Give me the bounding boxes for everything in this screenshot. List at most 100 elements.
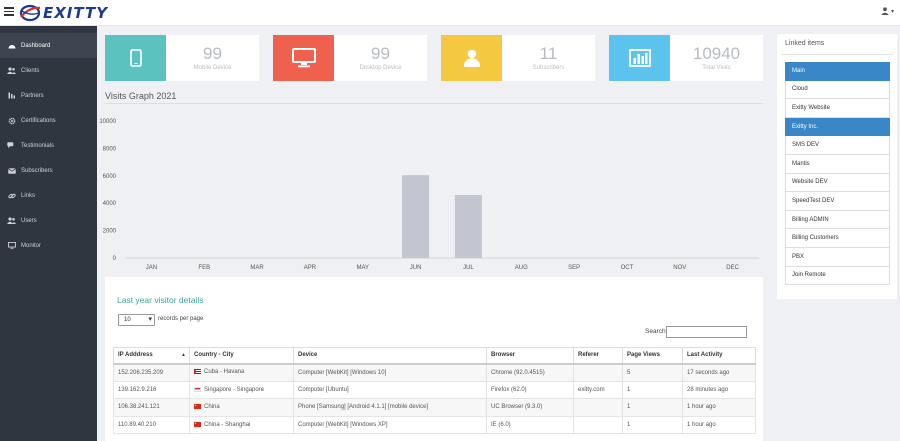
mobile-icon: [105, 35, 166, 81]
y-tick-label: 10000: [99, 119, 116, 125]
linked-item[interactable]: Mantis: [785, 154, 890, 174]
sidebar-item-certifications[interactable]: Certifications: [0, 108, 97, 133]
partners-icon: [7, 92, 16, 100]
sidebar-item-label: Dashboard: [21, 42, 51, 49]
panel-title: Last year visitor details: [117, 295, 204, 305]
sidebar-item-dashboard[interactable]: Dashboard: [0, 33, 97, 58]
stat-label: Total Visits: [702, 65, 731, 71]
column-header-referer[interactable]: Referer: [573, 347, 623, 365]
stat-card-mobile: 99 Mobile Device: [105, 35, 259, 81]
users-icon: [7, 67, 16, 75]
flag-china-icon: [194, 421, 201, 427]
linked-item[interactable]: PBX: [785, 247, 890, 267]
y-tick-label: 8000: [103, 146, 117, 152]
user-menu[interactable]: ▾: [881, 7, 894, 15]
sidebar-item-label: Monitor: [21, 242, 42, 249]
brand-name: EXITTY: [43, 4, 109, 22]
x-tick-label: DEC: [726, 265, 739, 271]
sidebar-item-label: Subscribers: [21, 167, 53, 174]
link-icon: [7, 192, 16, 200]
sidebar-item-label: Users: [21, 217, 37, 224]
column-header-ip[interactable]: IP Adddress ▲: [113, 347, 190, 365]
cell-last-activity: 1 hour ago: [682, 398, 756, 417]
cell-location: Singapore - Singapore: [189, 380, 294, 399]
cell-last-activity: 28 minutes ago: [682, 380, 756, 399]
cell-location: China: [189, 398, 294, 417]
logo-swoosh-icon: [19, 4, 41, 22]
x-tick-label: SEP: [568, 265, 580, 271]
stat-value: 11: [539, 44, 558, 63]
sidebar-item-clients[interactable]: Clients: [0, 58, 97, 83]
cell-ip: 139.162.9.216: [113, 380, 190, 399]
linked-item[interactable]: Exitty Website: [785, 99, 890, 118]
cell-page-views: 5: [622, 363, 683, 382]
user-icon: [881, 7, 889, 15]
records-per-page-label: records per page: [158, 316, 204, 322]
x-tick-label: MAR: [250, 265, 264, 271]
records-per-page-select[interactable]: 10: [118, 314, 155, 326]
cell-device: Computer [Ubuntu]: [293, 380, 487, 399]
column-header-label: Country - City: [194, 352, 234, 359]
cell-location-text: China: [204, 404, 220, 411]
stat-card-visits: 10940 Total Visits: [609, 35, 763, 81]
sidebar-item-label: Testimonials: [21, 142, 55, 149]
cell-location: China - Shanghai: [189, 415, 294, 434]
column-header-device[interactable]: Device: [293, 347, 487, 365]
x-tick-label: MAY: [356, 265, 369, 271]
search-input[interactable]: [666, 326, 747, 338]
linked-item[interactable]: Billing ADMIN: [785, 210, 890, 230]
search-label: Search: [645, 328, 666, 335]
comments-icon: [7, 142, 16, 150]
linked-item[interactable]: SMS DEV: [785, 136, 890, 155]
sidebar-item-label: Clients: [21, 67, 40, 74]
sidebar-item-monitor[interactable]: Monitor: [0, 233, 97, 258]
linked-item[interactable]: SpeedTest DEV: [785, 192, 890, 211]
stat-card-subscribers: 11 Subscribers: [441, 35, 595, 81]
cell-location: Cuba - Havana: [189, 363, 294, 382]
stat-value: 99: [371, 44, 390, 63]
table-row: 110.89.40.210 China - Shanghai Computer …: [113, 415, 756, 434]
bar-jul[interactable]: [454, 194, 482, 258]
stat-card-desktop: 99 Desktop Device: [273, 35, 427, 81]
x-tick-label: JAN: [146, 265, 157, 271]
column-header-browser[interactable]: Browser: [486, 347, 574, 365]
sidebar-item-partners[interactable]: Partners: [0, 83, 97, 108]
column-header-last-activity[interactable]: Last Activity: [682, 347, 756, 365]
linked-item[interactable]: Join Remote: [785, 266, 890, 286]
x-tick-label: FEB: [198, 265, 210, 271]
menu-toggle-icon[interactable]: [4, 7, 14, 16]
sidebar-item-label: Links: [21, 192, 36, 199]
table-row: 139.162.9.216 Singapore - Singapore Comp…: [113, 380, 756, 399]
linked-item[interactable]: Main: [785, 62, 890, 81]
y-tick-label: 0: [113, 256, 117, 262]
cell-referer: [573, 363, 623, 382]
divider: [105, 103, 763, 104]
column-header-page-views[interactable]: Page Views: [622, 347, 683, 365]
linked-items-panel: Linked items Main Cloud Exitty Website Exit…: [777, 34, 897, 299]
column-header-location[interactable]: Country - City: [189, 347, 294, 365]
sidebar-item-subscribers[interactable]: Subscribers: [0, 158, 97, 183]
x-tick-label: OCT: [621, 265, 634, 271]
bar-jun[interactable]: [402, 175, 430, 258]
graph-title: Visits Graph 2021: [105, 91, 177, 101]
linked-item[interactable]: Cloud: [785, 80, 890, 100]
cell-browser: IE (6.0): [486, 415, 574, 434]
sidebar: Dashboard Clients Partners Certification…: [0, 26, 97, 441]
flag-china-icon: [194, 404, 201, 410]
top-bar: EXITTY ▾: [0, 0, 900, 26]
linked-items-list: Main Cloud Exitty Website Exitty Inc. SMS DE…: [785, 62, 890, 286]
sidebar-item-testimonials[interactable]: Testimonials: [0, 133, 97, 158]
sidebar-item-links[interactable]: Links: [0, 183, 97, 208]
sidebar-item-label: Partners: [21, 92, 44, 99]
linked-items-title: Linked items: [785, 40, 825, 47]
sidebar-item-users[interactable]: Users: [0, 208, 97, 233]
brand-logo[interactable]: EXITTY: [19, 2, 108, 24]
linked-item[interactable]: Billing Customers: [785, 229, 890, 248]
x-tick-label: JUN: [410, 265, 422, 271]
linked-item[interactable]: Website DEV: [785, 173, 890, 193]
linked-item[interactable]: Exitty Inc.: [785, 117, 890, 137]
cell-browser: Chrome (92.0.4515): [486, 363, 574, 382]
y-tick-label: 6000: [103, 174, 117, 180]
cell-referer: exitty.com: [573, 380, 623, 399]
column-header-label: Last Activity: [687, 352, 723, 359]
